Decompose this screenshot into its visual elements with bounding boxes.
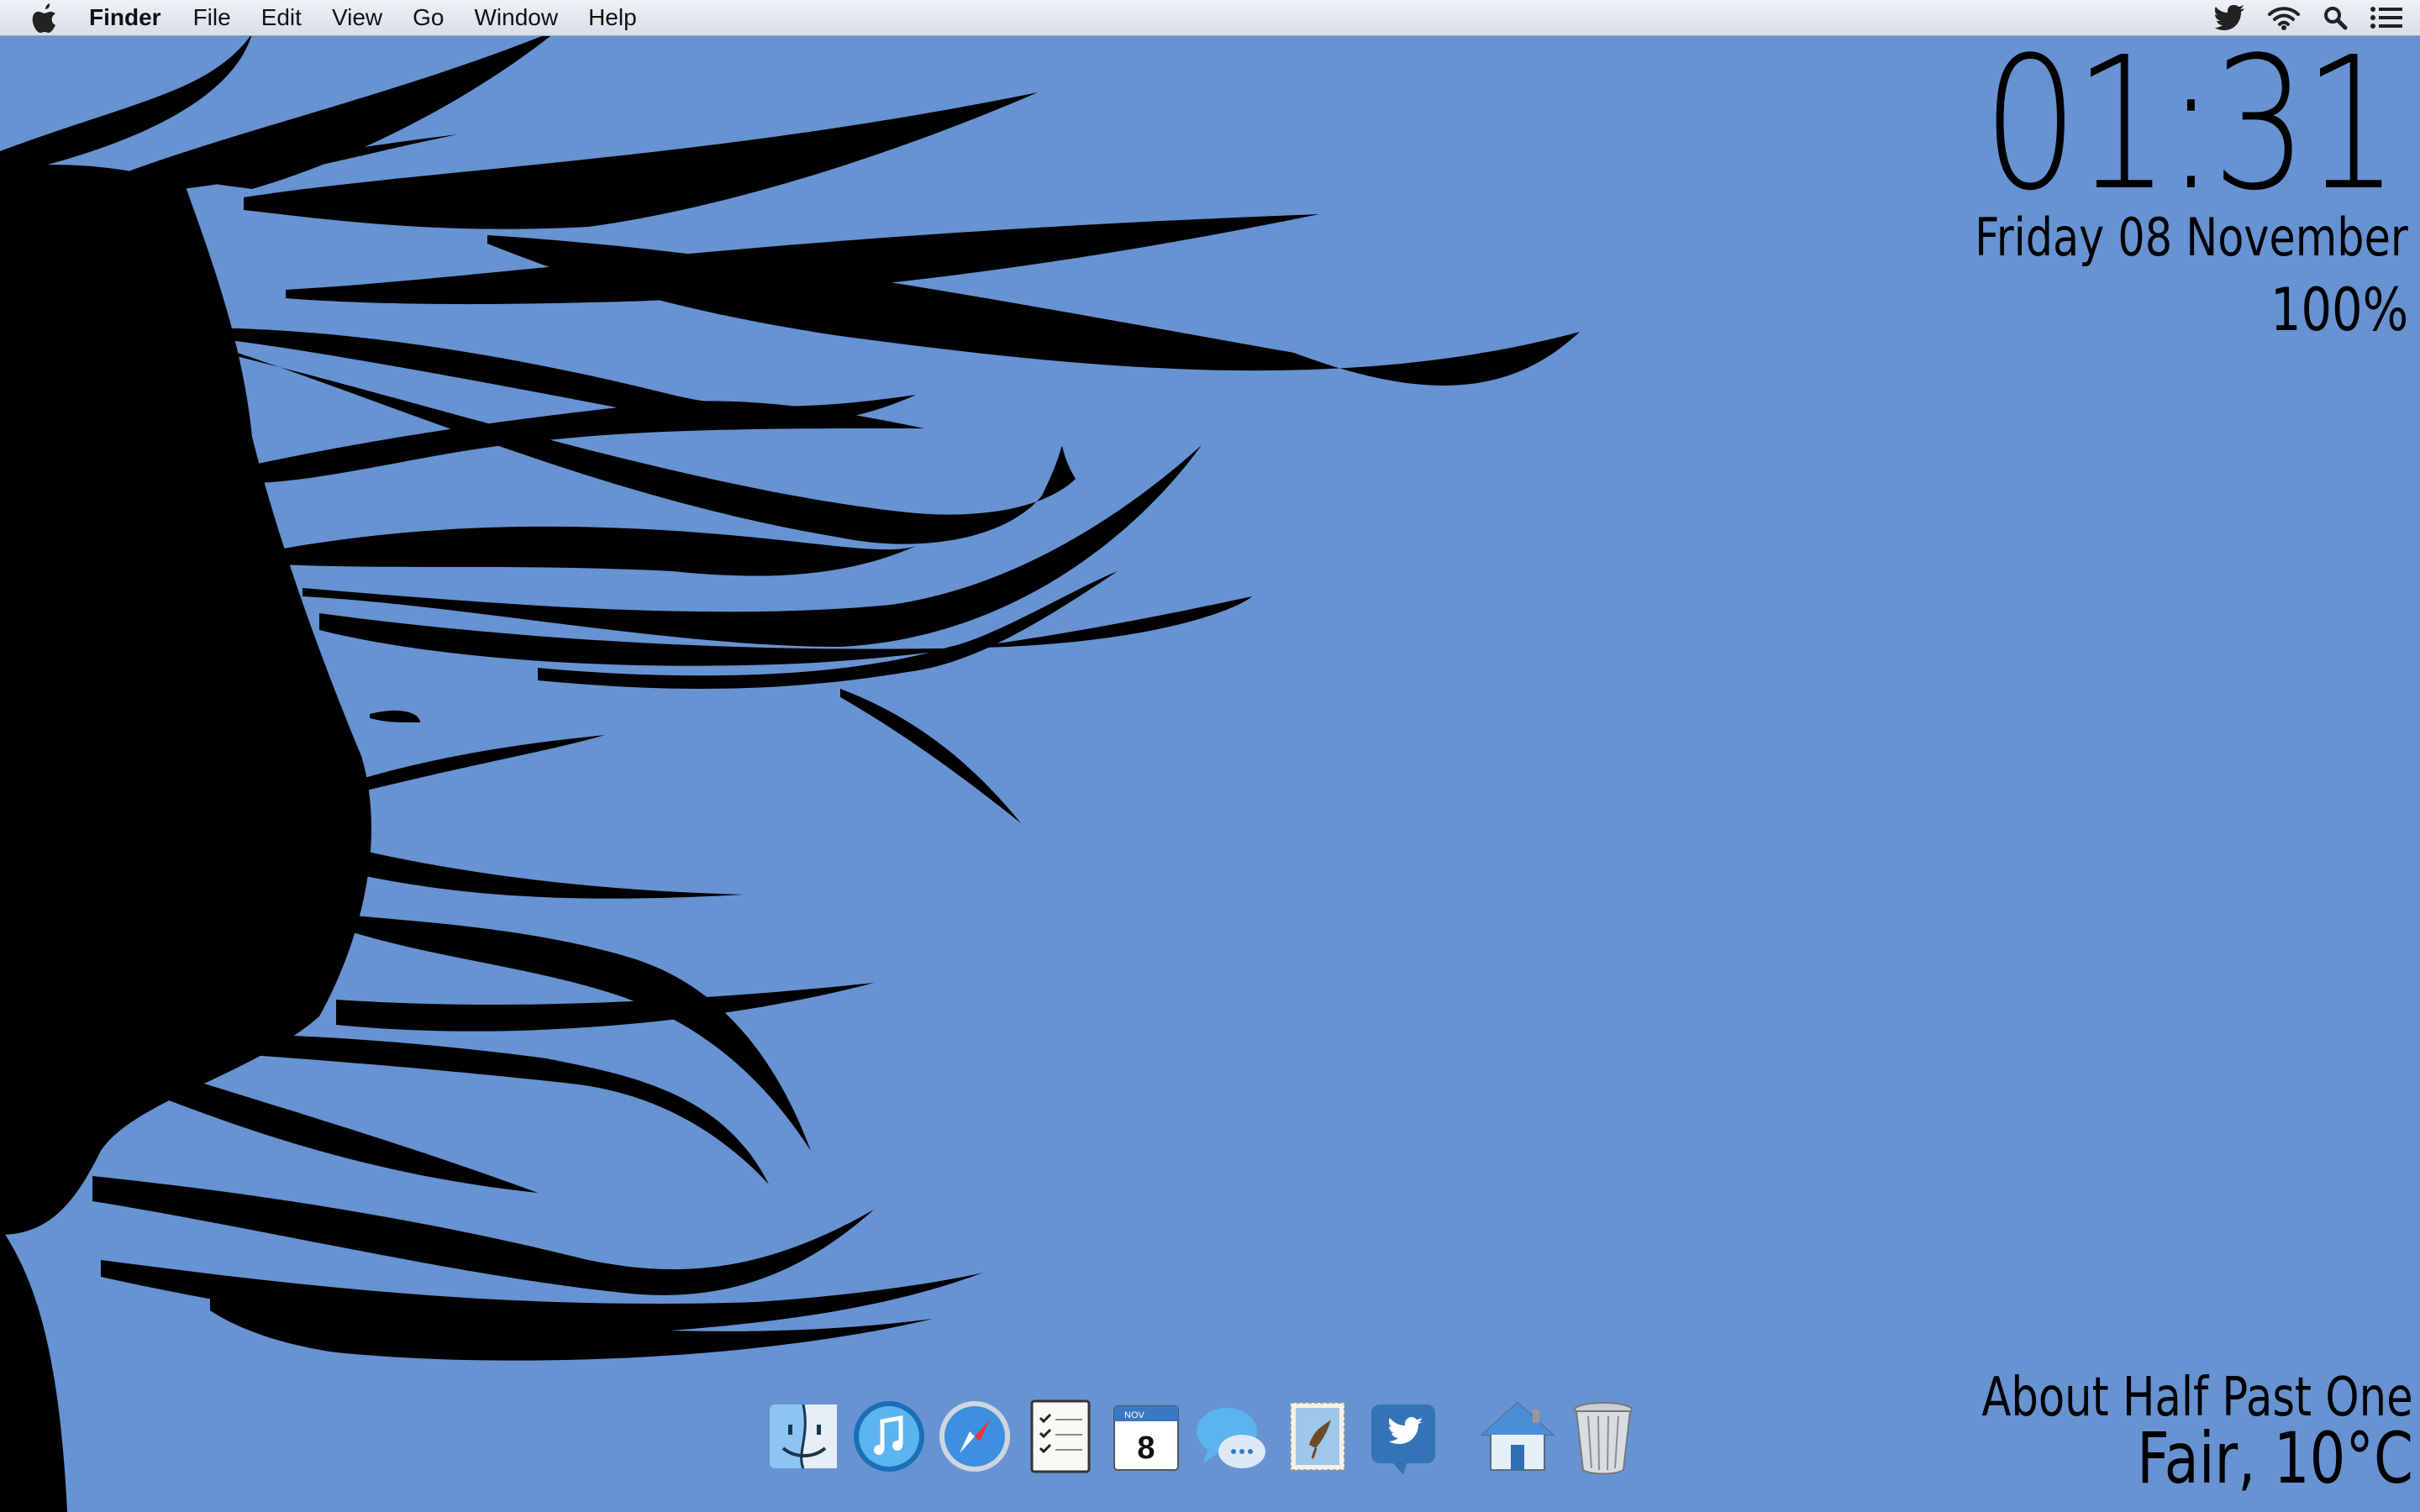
dock-item-calendar[interactable]: NOV 8: [1106, 1394, 1186, 1478]
menu-bar: Finder File Edit View Go Window Help: [0, 0, 2420, 36]
menu-view[interactable]: View: [332, 4, 382, 31]
dock: NOV 8: [756, 1394, 1664, 1495]
battery-level: 100%: [2270, 276, 2408, 344]
reminders-icon: [1030, 1399, 1091, 1473]
menu-window[interactable]: Window: [474, 4, 558, 31]
wifi-icon[interactable]: [2267, 5, 2301, 30]
menu-go[interactable]: Go: [413, 4, 444, 31]
menu-help[interactable]: Help: [588, 4, 637, 31]
home-folder-icon: [1480, 1401, 1555, 1471]
finder-icon: [770, 1404, 837, 1469]
weather-status: Fair, 10°C: [2137, 1417, 2413, 1499]
notification-center-icon[interactable]: [2370, 5, 2403, 30]
dock-item-twitter[interactable]: [1363, 1394, 1444, 1478]
dock-item-mail[interactable]: [1277, 1394, 1358, 1478]
apple-icon[interactable]: [30, 1, 64, 34]
dock-item-trash[interactable]: [1563, 1394, 1644, 1478]
dock-item-safari[interactable]: [934, 1394, 1015, 1478]
twitter-icon[interactable]: [2215, 5, 2245, 30]
menu-edit[interactable]: Edit: [261, 4, 302, 31]
menu-file[interactable]: File: [193, 4, 231, 31]
mail-stamp-icon: [1290, 1402, 1345, 1471]
dock-item-messages[interactable]: [1192, 1394, 1272, 1478]
dock-item-reminders[interactable]: [1020, 1394, 1101, 1478]
menu-finder[interactable]: Finder: [89, 4, 161, 31]
dock-item-finder[interactable]: [763, 1394, 844, 1478]
dock-item-home-folder[interactable]: [1477, 1394, 1558, 1478]
itunes-icon: [854, 1401, 924, 1472]
calendar-month-badge: NOV: [1124, 1410, 1145, 1420]
dock-item-itunes[interactable]: [849, 1394, 929, 1478]
trash-icon: [1574, 1402, 1633, 1475]
calendar-icon: NOV 8: [1113, 1405, 1179, 1471]
clock-date: Friday 08 November: [1975, 207, 2408, 268]
twitter-app-icon: [1371, 1404, 1435, 1475]
spotlight-search-icon[interactable]: [2323, 5, 2348, 30]
calendar-day-badge: 8: [1137, 1431, 1155, 1466]
clock-time: 01:31: [1982, 18, 2398, 231]
safari-icon: [939, 1401, 1010, 1472]
messages-icon: [1197, 1408, 1265, 1468]
status-area: [2215, 0, 2403, 35]
